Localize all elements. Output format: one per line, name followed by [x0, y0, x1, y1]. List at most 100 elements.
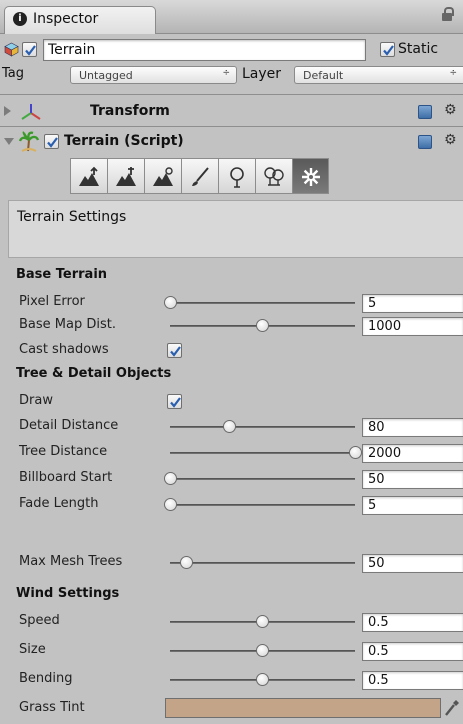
bending-input[interactable]: 0.5	[362, 671, 463, 690]
detail-distance-label: Detail Distance	[19, 418, 119, 433]
paint-details-tool-button[interactable]	[255, 158, 292, 194]
tree-distance-value: 2000	[368, 446, 402, 461]
inspector-tab[interactable]: i Inspector	[4, 6, 156, 34]
pixel-error-label: Pixel Error	[19, 294, 85, 309]
max-mesh-trees-slider[interactable]	[170, 562, 355, 564]
fade-length-value: 5	[368, 498, 377, 513]
billboard-start-slider[interactable]	[170, 478, 355, 480]
max-mesh-trees-input[interactable]: 50	[362, 554, 463, 573]
grass-tint-label: Grass Tint	[19, 700, 85, 715]
tree-distance-slider[interactable]	[170, 452, 355, 454]
speed-slider-thumb[interactable]	[256, 615, 269, 628]
pixel-error-slider-thumb[interactable]	[163, 296, 177, 309]
pixel-error-input[interactable]: 5	[362, 294, 463, 313]
checkmark-icon	[170, 346, 181, 357]
tree-detail-section-label: Tree & Detail Objects	[16, 366, 172, 381]
draw-checkbox[interactable]	[167, 394, 182, 409]
layer-dropdown-value: Default	[303, 69, 344, 82]
terrain-settings-box: Terrain Settings	[8, 200, 463, 258]
checkmark-icon	[170, 397, 181, 408]
billboard-start-value: 50	[368, 472, 385, 487]
max-mesh-trees-slider-thumb[interactable]	[180, 556, 194, 569]
layer-dropdown[interactable]: Default ÷	[294, 66, 463, 84]
terrain-script-component-header[interactable]: Terrain (Script) ⚙	[0, 130, 463, 154]
terrain-settings-label: Terrain Settings	[17, 209, 127, 225]
detail-distance-slider-thumb[interactable]	[222, 420, 236, 433]
bending-value: 0.5	[368, 673, 389, 688]
terrain-toolbar	[70, 158, 403, 196]
dropdown-arrow-icon: ÷	[222, 68, 230, 78]
object-header: Terrain Static	[0, 34, 463, 64]
static-label: Static	[398, 41, 439, 57]
billboard-start-input[interactable]: 50	[362, 470, 463, 489]
object-name-input[interactable]: Terrain	[43, 39, 366, 61]
pixel-error-value: 5	[368, 296, 377, 311]
detail-distance-value: 80	[368, 420, 385, 435]
fade-length-slider[interactable]	[170, 504, 355, 506]
tag-layer-row: Tag Untagged ÷ Layer Default ÷	[0, 62, 463, 86]
object-name-value: Terrain	[48, 42, 96, 58]
paint-details-icon	[264, 167, 284, 186]
checkmark-icon	[47, 137, 58, 148]
paint-texture-icon	[192, 167, 209, 186]
billboard-start-slider-thumb[interactable]	[163, 472, 177, 485]
size-label: Size	[19, 642, 46, 657]
tree-distance-slider-thumb[interactable]	[348, 446, 362, 459]
help-book-icon[interactable]	[418, 135, 432, 149]
base-map-dist-slider-thumb[interactable]	[256, 319, 269, 332]
foldout-arrow-icon[interactable]	[4, 138, 14, 145]
detail-distance-input[interactable]: 80	[362, 418, 463, 437]
size-slider-thumb[interactable]	[256, 644, 269, 657]
wind-settings-section-label: Wind Settings	[16, 586, 120, 601]
transform-component-header[interactable]: Transform ⚙	[0, 100, 463, 124]
bending-slider-thumb[interactable]	[256, 673, 269, 686]
layer-label: Layer	[242, 66, 282, 82]
paint-texture-tool-button[interactable]	[181, 158, 218, 194]
detail-distance-slider[interactable]	[170, 426, 355, 428]
billboard-start-label: Billboard Start	[19, 470, 113, 485]
transform-axes-icon	[21, 104, 41, 120]
max-mesh-trees-label: Max Mesh Trees	[19, 554, 123, 569]
set-height-tool-button[interactable]	[107, 158, 144, 194]
smooth-height-icon	[153, 167, 173, 186]
gear-icon[interactable]: ⚙	[444, 102, 457, 118]
draw-label: Draw	[19, 393, 53, 408]
checkmark-icon	[383, 45, 394, 56]
static-checkbox[interactable]	[380, 42, 395, 57]
raise-lower-icon	[79, 166, 99, 186]
tree-distance-input[interactable]: 2000	[362, 444, 463, 463]
inspector-tab-bar: i Inspector	[0, 0, 463, 34]
terrain-settings-gear-icon	[302, 168, 320, 186]
place-trees-tool-button[interactable]	[218, 158, 255, 194]
info-icon: i	[13, 12, 27, 26]
tag-dropdown[interactable]: Untagged ÷	[70, 66, 237, 84]
raise-lower-tool-button[interactable]	[70, 158, 107, 194]
fade-length-slider-thumb[interactable]	[163, 498, 177, 511]
bending-label: Bending	[19, 671, 73, 686]
foldout-arrow-icon[interactable]	[4, 106, 11, 116]
cast-shadows-checkbox[interactable]	[167, 343, 182, 358]
size-input[interactable]: 0.5	[362, 642, 463, 661]
grass-tint-color-field[interactable]	[165, 698, 441, 718]
eyedropper-icon[interactable]	[444, 699, 460, 717]
size-value: 0.5	[368, 644, 389, 659]
terrain-script-enabled-checkbox[interactable]	[44, 134, 59, 149]
max-mesh-trees-value: 50	[368, 556, 385, 571]
base-map-dist-input[interactable]: 1000	[362, 317, 463, 336]
speed-input[interactable]: 0.5	[362, 613, 463, 632]
tag-dropdown-value: Untagged	[79, 69, 133, 82]
gear-icon[interactable]: ⚙	[444, 132, 457, 148]
pixel-error-slider[interactable]	[170, 302, 355, 304]
lock-icon[interactable]	[442, 7, 454, 22]
smooth-height-tool-button[interactable]	[144, 158, 181, 194]
fade-length-input[interactable]: 5	[362, 496, 463, 515]
checkmark-icon	[25, 45, 36, 56]
palm-tree-icon	[18, 131, 40, 152]
tag-label: Tag	[2, 66, 25, 81]
object-active-checkbox[interactable]	[22, 42, 37, 57]
help-book-icon[interactable]	[418, 105, 432, 119]
divider	[0, 94, 463, 95]
tree-distance-label: Tree Distance	[19, 444, 108, 459]
terrain-settings-tool-button[interactable]	[292, 158, 329, 194]
terrain-script-title: Terrain (Script)	[64, 133, 184, 149]
